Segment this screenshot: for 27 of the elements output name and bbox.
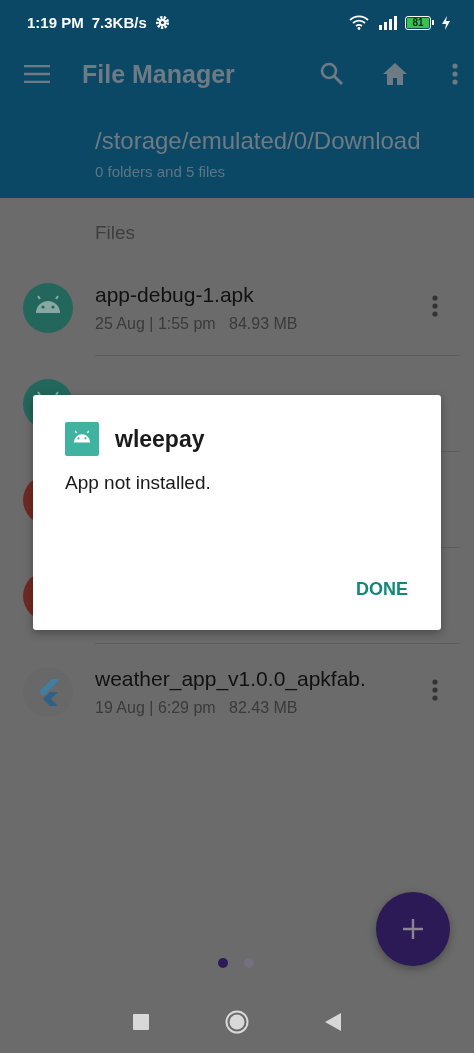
file-name[interactable]: app-debug-1.apk <box>95 283 432 307</box>
dialog-message: App not installed. <box>65 472 212 494</box>
home-icon[interactable] <box>382 62 408 86</box>
network-speed: 7.3KB/s <box>91 14 147 31</box>
back-icon[interactable] <box>325 1013 341 1031</box>
signal-icon <box>377 15 397 30</box>
search-icon[interactable] <box>320 62 344 86</box>
more-icon[interactable] <box>432 679 438 701</box>
plus-icon <box>402 918 424 940</box>
gear-icon <box>154 15 170 30</box>
status-time: 1:19 PM <box>27 14 84 31</box>
add-button[interactable] <box>376 892 450 966</box>
dialog-title: wleepay <box>115 425 205 453</box>
battery-indicator: 81 <box>405 15 431 30</box>
more-icon[interactable] <box>432 295 438 317</box>
done-button[interactable]: DONE <box>356 575 408 604</box>
more-icon[interactable] <box>452 63 458 85</box>
menu-icon[interactable] <box>24 65 50 83</box>
app-title: File Manager <box>82 59 236 89</box>
folder-summary: 0 folders and 5 files <box>95 163 227 180</box>
android-icon <box>22 283 73 333</box>
wifi-icon <box>349 15 369 30</box>
page-dot[interactable] <box>218 958 228 968</box>
folder-path: /storage/emulated/0/Download <box>95 127 422 155</box>
home-nav-icon[interactable] <box>225 1010 249 1034</box>
charging-icon <box>442 15 450 30</box>
file-name[interactable]: weather_app_v1.0.0_apkfab. <box>95 667 432 691</box>
